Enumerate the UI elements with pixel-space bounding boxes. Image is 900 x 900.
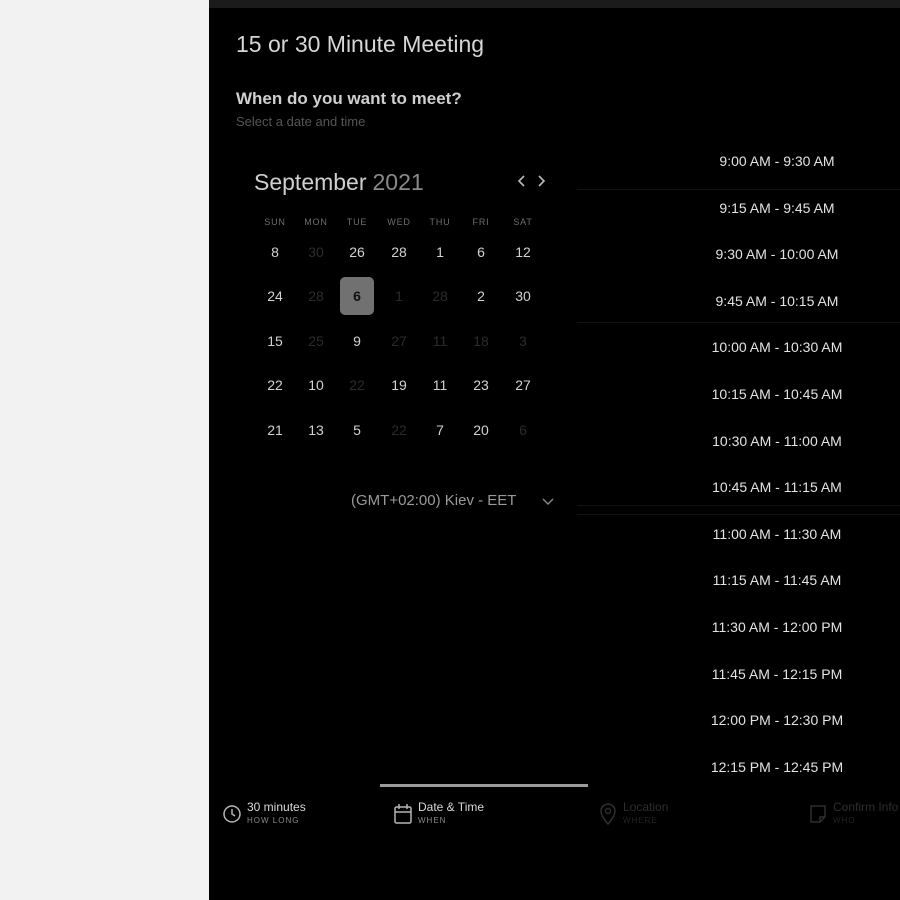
weekday-label: SUN [264,217,286,227]
time-slot[interactable]: 11:00 AM - 11:30 AM [677,526,877,542]
slot-divider [577,189,900,190]
calendar-day[interactable]: 21 [258,411,292,449]
section-heading: When do you want to meet? [236,89,462,108]
step-label: 30 minutes [247,800,306,814]
calendar-day[interactable]: 13 [299,411,333,449]
calendar-day[interactable]: 30 [506,277,540,315]
calendar-day: 18 [473,333,489,349]
time-slot[interactable]: 11:30 AM - 12:00 PM [677,619,877,635]
time-slot[interactable]: 9:30 AM - 10:00 AM [677,246,877,262]
section-subtitle: Select a date and time [236,114,366,129]
calendar-day: 22 [349,377,365,393]
chevron-left-icon[interactable] [515,172,529,190]
step-label: Date & Time [418,800,485,814]
calendar-day: 30 [308,244,324,260]
calendar-day[interactable]: 1 [423,233,457,271]
calendar-day[interactable]: 28 [382,233,416,271]
calendar-day[interactable]: 2 [464,277,498,315]
step-progress-bar [380,784,588,787]
calendar-month-label: September 2021 [254,169,424,196]
calendar-day: 3 [519,333,527,349]
calendar-day[interactable]: 6 [464,233,498,271]
calendar-day[interactable]: 22 [258,366,292,404]
weekday-label: WED [387,217,411,227]
time-slot[interactable]: 9:00 AM - 9:30 AM [677,153,877,169]
time-slot[interactable]: 10:00 AM - 10:30 AM [677,339,877,355]
clock-icon [222,802,244,826]
calendar-day: 11 [432,333,448,349]
calendar-day: 28 [308,288,324,304]
chevron-right-icon[interactable] [534,172,548,190]
page-title: 15 or 30 Minute Meeting [236,31,485,57]
weekday-label: MON [304,217,328,227]
note-icon [808,802,830,826]
calendar-day: 6 [519,422,527,438]
time-slot[interactable]: 9:15 AM - 9:45 AM [677,200,877,216]
calendar-day[interactable]: 20 [464,411,498,449]
chevron-down-icon[interactable] [540,495,556,509]
step-label: Location [623,800,669,814]
calendar-day[interactable]: 5 [340,411,374,449]
time-slot[interactable]: 9:45 AM - 10:15 AM [677,293,877,309]
weekday-label: SAT [513,217,533,227]
calendar-day: 28 [432,288,448,304]
calendar-day[interactable]: 7 [423,411,457,449]
calendar-day[interactable]: 27 [506,366,540,404]
weekday-label: FRI [472,217,490,227]
calendar-day: 1 [395,288,403,304]
calendar-day[interactable]: 26 [340,233,374,271]
calendar-day[interactable]: 12 [506,233,540,271]
calendar-day: 27 [391,333,407,349]
calendar-day[interactable]: 9 [340,322,374,360]
calendar-day[interactable]: 10 [299,366,333,404]
calendar-day[interactable]: 11 [423,366,457,404]
time-slot[interactable]: 11:15 AM - 11:45 AM [677,572,877,588]
step-sublabel: WHERE [623,816,658,825]
step-sublabel: HOW LONG [247,816,300,825]
calendar-day: 25 [308,333,324,349]
time-slot[interactable]: 10:45 AM - 11:15 AM [677,479,877,495]
time-slot[interactable]: 11:45 AM - 12:15 PM [677,666,877,682]
slot-divider [577,505,900,506]
calendar-day[interactable]: 8 [258,233,292,271]
scheduler-panel: 15 or 30 Minute Meeting When do you want… [209,0,900,900]
year-label: 2021 [372,169,424,195]
time-slot[interactable]: 12:00 PM - 12:30 PM [677,712,877,728]
calendar-day[interactable]: 24 [258,277,292,315]
time-slot[interactable]: 10:15 AM - 10:45 AM [677,386,877,402]
calendar-day[interactable]: 23 [464,366,498,404]
timezone-select[interactable]: (GMT+02:00) Kiev - EET [351,492,516,509]
calendar-icon [393,802,415,826]
time-slot[interactable]: 10:30 AM - 11:00 AM [677,433,877,449]
step-sublabel: WHEN [418,816,447,825]
step-sublabel: WHO [833,816,856,825]
calendar-day-selected[interactable]: 6 [340,277,374,315]
weekday-label: THU [429,217,451,227]
calendar-day[interactable]: 19 [382,366,416,404]
slot-divider [577,322,900,323]
top-bar [209,0,900,8]
calendar-day: 22 [391,422,407,438]
slot-divider [577,514,900,515]
month-name: September [254,169,367,195]
time-slot[interactable]: 12:15 PM - 12:45 PM [677,759,877,775]
map-pin-icon [598,802,620,826]
weekday-label: TUE [346,217,368,227]
step-label: Confirm Info [833,800,899,814]
calendar-day[interactable]: 15 [258,322,292,360]
